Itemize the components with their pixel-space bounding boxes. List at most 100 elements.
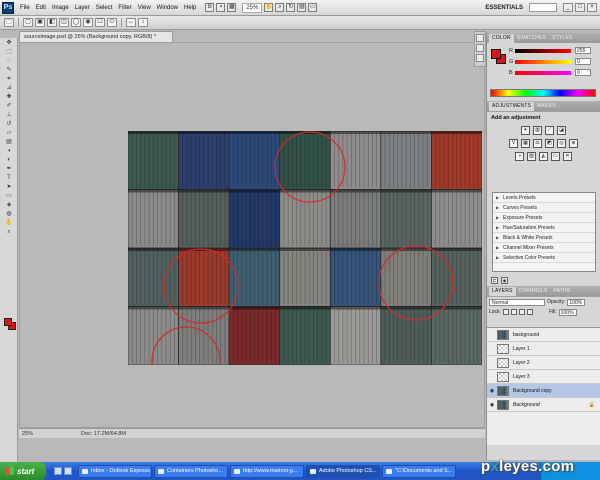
lock-pixels-icon[interactable] [510, 309, 517, 315]
layer-row[interactable]: Layer 2 [487, 356, 600, 370]
workspace-switcher[interactable]: ESSENTIALS [479, 5, 529, 11]
hue-saturation-icon[interactable]: ▦ [521, 139, 530, 148]
layer-row[interactable]: ◉ Background copy [487, 384, 600, 398]
tab-masks[interactable]: MASKS [534, 102, 559, 111]
tab-color[interactable]: COLOR [489, 34, 514, 43]
quick-launch-icon[interactable] [54, 467, 62, 475]
lasso-tool-icon[interactable]: ◌ [2, 57, 16, 65]
channel-mixer-icon[interactable]: ⊕ [569, 139, 578, 148]
screen-mode-icon[interactable]: ▭ [308, 3, 318, 12]
dodge-tool-icon[interactable]: ◐ [2, 156, 16, 164]
3d-orbit-tool-icon[interactable]: ◍ [2, 210, 16, 218]
red-channel-value[interactable]: 255 [575, 47, 591, 54]
document-size-info[interactable]: Doc: 17.2M/64.8M [41, 431, 126, 437]
eraser-tool-icon[interactable]: ▱ [2, 129, 16, 137]
layer-row[interactable]: ◉ Background 🔒 [487, 398, 600, 412]
rotate-view-icon[interactable]: ↻ [286, 3, 296, 12]
height-field-icon[interactable]: ↕ [138, 18, 148, 27]
visibility-toggle-icon[interactable]: ◉ [501, 277, 508, 284]
actions-panel-icon[interactable] [476, 54, 484, 62]
maximize-button[interactable]: □ [575, 3, 585, 12]
hand-tool-icon[interactable]: ✋ [264, 3, 274, 12]
healing-brush-tool-icon[interactable]: ✚ [2, 93, 16, 101]
color-panel-foreground-swatch[interactable] [491, 49, 501, 59]
blue-channel-slider[interactable] [515, 70, 571, 75]
intersect-selection-icon[interactable]: ◫ [59, 18, 69, 27]
blur-tool-icon[interactable]: ◖ [2, 147, 16, 155]
quick-selection-tool-icon[interactable]: ✎ [2, 66, 16, 74]
3d-rotate-tool-icon[interactable]: ◈ [2, 201, 16, 209]
launch-mini-bridge-icon[interactable]: ▪ [216, 3, 226, 12]
menu-image[interactable]: Image [49, 0, 72, 16]
arrange-documents-icon[interactable]: ▤ [297, 3, 307, 12]
list-item[interactable]: Channel Mixer Presets [493, 243, 595, 253]
menu-view[interactable]: View [135, 0, 154, 16]
list-item[interactable]: Levels Presets [493, 193, 595, 203]
exposure-icon[interactable]: ◪ [557, 126, 566, 135]
status-zoom-field[interactable]: 25% [19, 431, 41, 437]
list-item[interactable]: Black & White Presets [493, 233, 595, 243]
photo-filter-icon[interactable]: ◎ [557, 139, 566, 148]
view-extras-icon[interactable]: ▦ [227, 3, 237, 12]
history-panel-icon[interactable] [476, 34, 484, 42]
gradient-tool-icon[interactable]: ▤ [2, 138, 16, 146]
refine-edge-icon[interactable]: ⬭ [107, 18, 117, 27]
document-tab[interactable]: sourceimage.psd @ 25% (Background copy, … [19, 31, 173, 42]
tab-paths[interactable]: PATHS [550, 287, 573, 296]
zoom-level-dropdown[interactable]: 25% [242, 2, 263, 13]
opacity-field[interactable]: 100% [567, 298, 586, 306]
foreground-color-swatch[interactable] [4, 318, 12, 326]
menu-file[interactable]: File [17, 0, 33, 16]
fill-field[interactable]: 100% [558, 308, 577, 316]
width-field-icon[interactable]: ↔ [126, 18, 136, 27]
taskbar-button[interactable]: Containers Photosho... [154, 464, 228, 478]
layer-row[interactable]: background [487, 328, 600, 342]
tab-layers[interactable]: LAYERS [489, 287, 516, 296]
shape-tool-icon[interactable]: ▭ [2, 192, 16, 200]
blue-channel-value[interactable]: 0 [575, 69, 591, 76]
list-item[interactable]: Curves Presets [493, 203, 595, 213]
launch-bridge-icon[interactable]: B [205, 3, 215, 12]
color-spectrum-bar[interactable] [490, 89, 596, 97]
lock-transparency-icon[interactable] [502, 309, 509, 315]
marquee-tool-icon[interactable]: ⬚ [2, 48, 16, 56]
menu-edit[interactable]: Edit [33, 0, 49, 16]
red-channel-slider[interactable] [515, 48, 571, 53]
eyedropper-tool-icon[interactable]: ⊿ [2, 84, 16, 92]
taskbar-button[interactable]: "C:\Documents and S... [382, 464, 456, 478]
menu-help[interactable]: Help [181, 0, 199, 16]
brush-tool-icon[interactable]: ✐ [2, 102, 16, 110]
curves-icon[interactable]: ⟋ [545, 126, 554, 135]
eye-icon[interactable]: ◉ [487, 402, 497, 408]
pen-tool-icon[interactable]: ✒ [2, 165, 16, 173]
list-item[interactable]: Selective Color Presets [493, 253, 595, 263]
move-tool-icon[interactable]: ✥ [2, 39, 16, 47]
lock-position-icon[interactable] [518, 309, 525, 315]
new-selection-icon[interactable]: ▢ [23, 18, 33, 27]
antialias-icon[interactable]: ◉ [83, 18, 93, 27]
navigator-panel-icon[interactable] [476, 44, 484, 52]
tool-preset-icon[interactable]: ⬚ [4, 18, 14, 27]
blend-mode-dropdown[interactable]: Normal [489, 298, 545, 306]
layer-row[interactable]: Layer 1 [487, 342, 600, 356]
tab-swatches[interactable]: SWATCHES [514, 34, 549, 43]
cs-live-search-field[interactable] [529, 3, 557, 12]
menu-filter[interactable]: Filter [115, 0, 134, 16]
quick-launch-icon[interactable] [64, 467, 72, 475]
zoom-tool-icon[interactable]: ⌕ [275, 3, 285, 12]
tab-channels[interactable]: CHANNELS [516, 287, 551, 296]
clone-stamp-tool-icon[interactable]: ⊥ [2, 111, 16, 119]
green-channel-slider[interactable] [515, 59, 571, 64]
zoom-tool-icon[interactable]: ⌕ [2, 228, 16, 236]
posterize-icon[interactable]: ▨ [527, 152, 536, 161]
minimize-button[interactable]: _ [563, 3, 573, 12]
type-tool-icon[interactable]: T [2, 174, 16, 182]
lock-all-icon[interactable] [526, 309, 533, 315]
clip-to-layer-icon[interactable]: ⊏ [491, 277, 498, 284]
list-item[interactable]: Exposure Presets [493, 213, 595, 223]
tab-styles[interactable]: STYLES [549, 34, 575, 43]
levels-icon[interactable]: ▥ [533, 126, 542, 135]
invert-icon[interactable]: ◑ [515, 152, 524, 161]
gradient-map-icon[interactable]: ▭ [551, 152, 560, 161]
history-brush-tool-icon[interactable]: ↺ [2, 120, 16, 128]
